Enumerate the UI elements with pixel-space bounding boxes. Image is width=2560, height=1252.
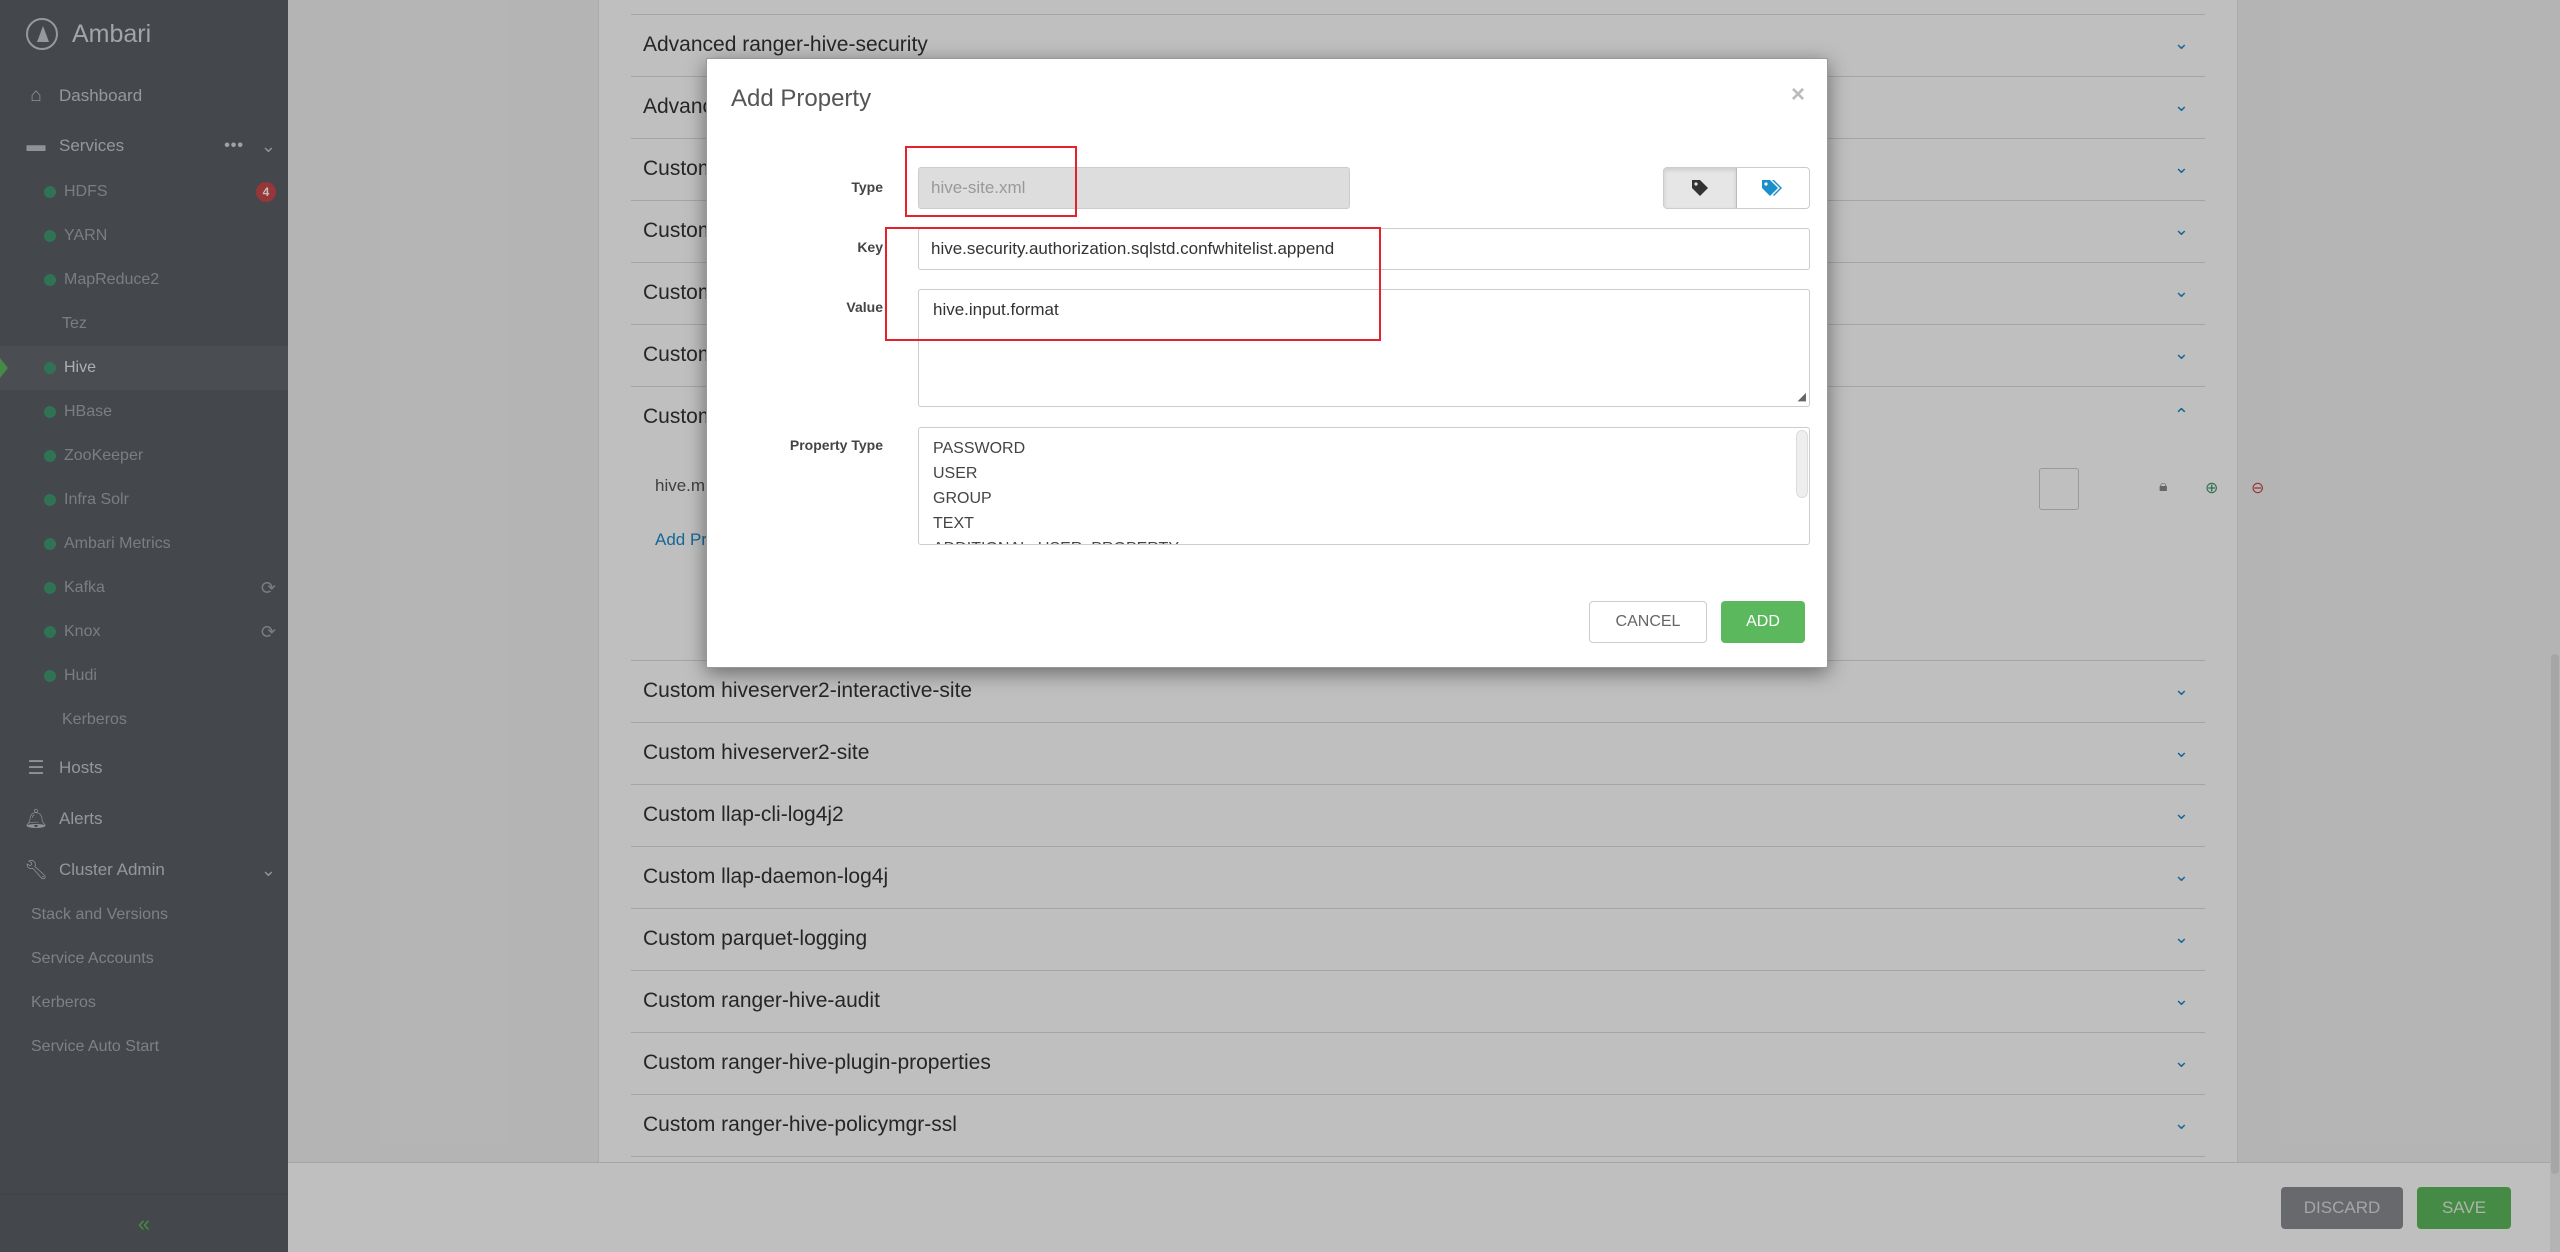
property-mode-toggle <box>1663 167 1810 209</box>
value-label: Value <box>846 299 883 315</box>
modal-title: Add Property <box>731 85 872 112</box>
value-textarea[interactable]: hive.input.format ◢ <box>918 289 1810 407</box>
resize-handle-icon[interactable]: ◢ <box>1798 390 1806 403</box>
app-root: Ambari ⌂ Dashboard ▬ Services ••• ⌄ HDFS… <box>0 0 2560 1252</box>
property-type-option[interactable]: PASSWORD <box>933 436 1795 461</box>
type-label: Type <box>851 179 883 195</box>
listbox-scrollbar[interactable] <box>1796 430 1808 498</box>
property-type-option[interactable]: ADDITIONAL_USER_PROPERTY <box>933 536 1795 544</box>
key-label: Key <box>857 239 883 255</box>
property-type-label: Property Type <box>789 437 883 453</box>
add-property-modal: Add Property × Type hive-site.xml Key hi… <box>706 58 1828 668</box>
property-type-option[interactable]: TEXT <box>933 511 1795 536</box>
tag-icon <box>1692 180 1708 196</box>
property-type-option[interactable]: GROUP <box>933 486 1795 511</box>
property-type-listbox[interactable]: PASSWORD USER GROUP TEXT ADDITIONAL_USER… <box>918 427 1810 545</box>
single-property-button[interactable] <box>1664 168 1737 208</box>
close-icon[interactable]: × <box>1791 81 1805 109</box>
tags-icon <box>1762 180 1782 196</box>
value-text: hive.input.format <box>933 300 1059 319</box>
key-input[interactable]: hive.security.authorization.sqlstd.confw… <box>918 228 1810 270</box>
cancel-button[interactable]: CANCEL <box>1589 601 1707 643</box>
property-type-option[interactable]: USER <box>933 461 1795 486</box>
type-field[interactable]: hive-site.xml <box>918 167 1350 209</box>
bulk-property-button[interactable] <box>1737 168 1809 208</box>
add-button[interactable]: ADD <box>1721 601 1805 643</box>
